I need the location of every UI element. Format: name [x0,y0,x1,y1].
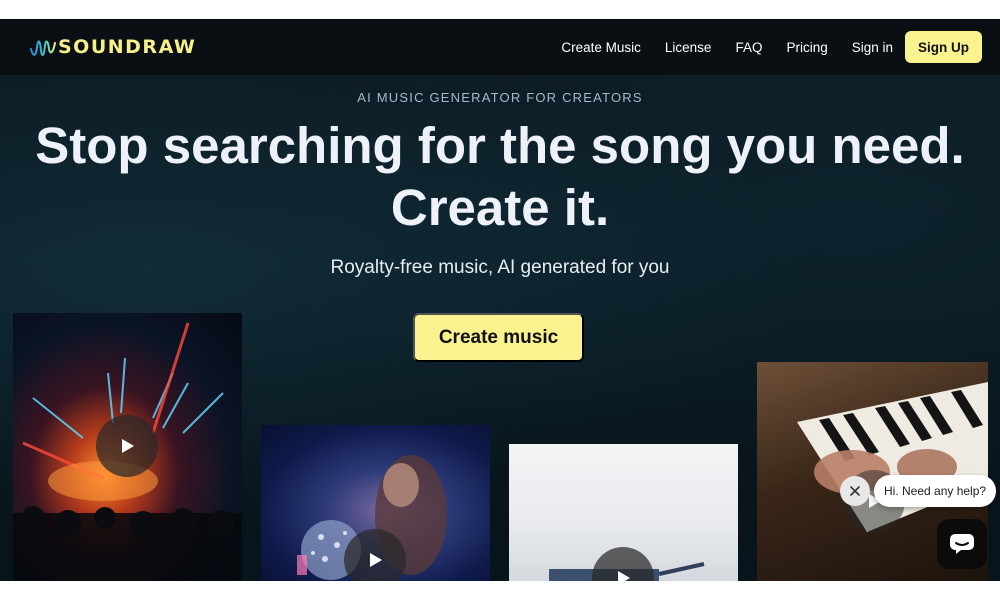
play-icon [122,439,134,453]
nav-faq[interactable]: FAQ [735,40,762,55]
logo-text: SOUNDRAW [58,36,197,58]
media-card-disco[interactable] [261,425,490,581]
headline-line-2: Create it. [390,179,610,236]
logo-wave-icon [30,40,56,56]
nav-pricing[interactable]: Pricing [786,40,827,55]
top-navigation: SOUNDRAW Create Music License FAQ Pricin… [0,19,1000,75]
hero-eyebrow: AI MUSIC GENERATOR FOR CREATORS [357,90,643,105]
logo[interactable]: SOUNDRAW [30,35,196,59]
play-icon [370,553,382,567]
nav-create-music[interactable]: Create Music [561,40,641,55]
hero-subheadline: Royalty-free music, AI generated for you [330,257,670,278]
nav-sign-in[interactable]: Sign in [852,40,893,55]
media-card-concert[interactable] [13,313,242,581]
chat-launcher-button[interactable] [937,519,987,569]
main-nav: Create Music License FAQ Pricing Sign in… [561,31,982,63]
chat-icon [950,534,974,554]
create-music-button[interactable]: Create music [413,313,584,362]
sign-up-button[interactable]: Sign Up [905,31,982,63]
close-icon [850,486,860,496]
media-card-dancer[interactable] [509,444,738,581]
play-icon [618,571,630,581]
hero-headline: Stop searching for the song you need. Cr… [0,115,1000,239]
headline-line-1: Stop searching for the song you need. [35,117,965,174]
page-frame: SOUNDRAW Create Music License FAQ Pricin… [0,19,1000,581]
chat-close-button[interactable] [840,476,870,506]
play-button[interactable] [96,415,158,477]
nav-license[interactable]: License [665,40,712,55]
chat-greeting[interactable]: Hi. Need any help? [874,475,997,507]
